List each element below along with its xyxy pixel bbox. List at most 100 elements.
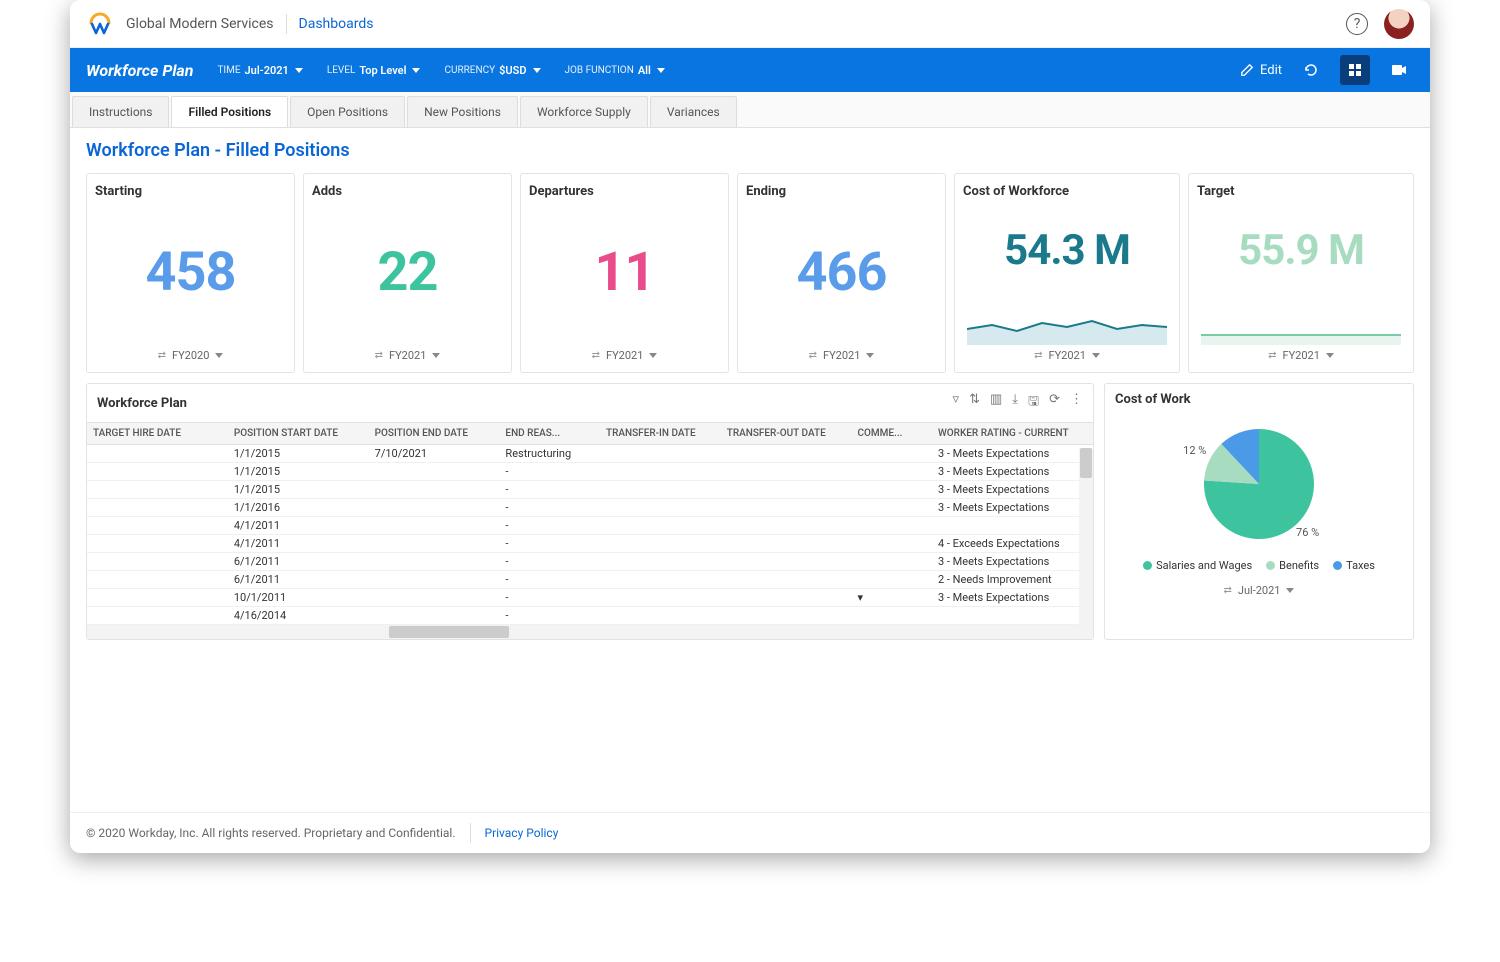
kpi-period-selector[interactable]: ⇄FY2021 — [963, 345, 1171, 366]
user-avatar[interactable] — [1384, 9, 1414, 39]
tab-variances[interactable]: Variances — [650, 96, 737, 127]
kpi-period-selector[interactable]: ⇄FY2020 — [95, 345, 286, 366]
help-icon[interactable]: ? — [1346, 13, 1368, 35]
table-row[interactable]: 4/16/2014- — [87, 607, 1093, 625]
data-table: TARGET HIRE DATEPOSITION START DATEPOSIT… — [87, 422, 1093, 625]
col-header[interactable]: COMME... — [852, 423, 932, 445]
workforce-plan-table-panel: Workforce Plan ▿ ⇅ ▥ ⤓ 🖫 ⟳ ⋮ TARGET HIRE… — [86, 383, 1094, 640]
company-name: Global Modern Services — [126, 16, 274, 32]
filter-currency[interactable]: CURRENCY $USD — [444, 64, 540, 77]
swap-icon: ⇄ — [1224, 585, 1232, 596]
present-button[interactable] — [1384, 55, 1414, 85]
cost-of-work-period: Jul-2021 — [1238, 584, 1281, 597]
table-toolbar: ▿ ⇅ ▥ ⤓ 🖫 ⟳ ⋮ — [953, 392, 1083, 414]
horizontal-scrollbar-track[interactable] — [87, 625, 1093, 639]
col-header[interactable]: POSITION END DATE — [369, 423, 500, 445]
col-header[interactable]: END REAS... — [499, 423, 600, 445]
filter-bar: Workforce Plan TIME Jul-2021 LEVEL Top Le… — [70, 48, 1430, 92]
pie-pct-label: 76 % — [1296, 526, 1319, 539]
kpi-value: 22 — [312, 199, 503, 345]
tab-workforce-supply[interactable]: Workforce Supply — [520, 96, 648, 127]
more-icon[interactable]: ⋮ — [1070, 392, 1083, 414]
workday-logo-icon[interactable] — [86, 10, 114, 38]
col-header[interactable]: TRANSFER-IN DATE — [600, 423, 721, 445]
sort-icon[interactable]: ⇅ — [969, 392, 980, 414]
kpi-card-adds: Adds22⇄FY2021 — [303, 173, 512, 373]
edit-label: Edit — [1260, 63, 1282, 78]
save-icon[interactable]: 🖫 — [1028, 392, 1039, 414]
kpi-title: Cost of Workforce — [963, 184, 1171, 199]
kpi-value: 54.3 M — [963, 199, 1171, 301]
copyright: © 2020 Workday, Inc. All rights reserved… — [86, 826, 456, 840]
filter-time[interactable]: TIME Jul-2021 — [217, 64, 302, 77]
col-header[interactable]: POSITION START DATE — [228, 423, 369, 445]
page-header-title: Workforce Plan — [86, 61, 193, 80]
table-row[interactable]: 1/1/2015-3 - Meets Expectations — [87, 463, 1093, 481]
swap-icon: ⇄ — [592, 350, 600, 361]
table-row[interactable]: 10/1/2011-▾3 - Meets Expectations — [87, 589, 1093, 607]
kpi-title: Starting — [95, 184, 286, 199]
kpi-card-target: Target55.9 M ⇄FY2021 — [1188, 173, 1414, 373]
tab-instructions[interactable]: Instructions — [72, 96, 169, 127]
filter-level[interactable]: LEVEL Top Level — [327, 64, 421, 77]
topbar: Global Modern Services Dashboards ? — [70, 0, 1430, 48]
kpi-period-selector[interactable]: ⇄FY2021 — [1197, 345, 1405, 366]
table-row[interactable]: 6/1/2011-3 - Meets Expectations — [87, 553, 1093, 571]
refresh-button[interactable] — [1296, 55, 1326, 85]
breadcrumb-dashboards[interactable]: Dashboards — [299, 16, 374, 32]
kpi-row: Starting458⇄FY2020Adds22⇄FY2021Departure… — [86, 173, 1414, 373]
table-row[interactable]: 1/1/20157/10/2021Restructuring3 - Meets … — [87, 445, 1093, 463]
footer: © 2020 Workday, Inc. All rights reserved… — [70, 812, 1430, 853]
tab-new-positions[interactable]: New Positions — [407, 96, 518, 127]
col-header[interactable]: WORKER RATING - CURRENT — [932, 423, 1093, 445]
swap-icon: ⇄ — [1034, 350, 1042, 361]
col-header[interactable]: TARGET HIRE DATE — [87, 423, 228, 445]
kpi-value: 466 — [746, 199, 937, 345]
tab-open-positions[interactable]: Open Positions — [290, 96, 405, 127]
columns-icon[interactable]: ▥ — [990, 392, 1002, 414]
cost-of-work-title: Cost of Work — [1115, 392, 1191, 407]
legend-item: Taxes — [1333, 559, 1375, 572]
table-title: Workforce Plan — [97, 396, 187, 411]
table-row[interactable]: 6/1/2011-2 - Needs Improvement — [87, 571, 1093, 589]
kpi-period-selector[interactable]: ⇄FY2021 — [312, 345, 503, 366]
refresh-icon — [1303, 62, 1319, 78]
edit-button[interactable]: Edit — [1240, 63, 1282, 78]
kpi-value: 55.9 M — [1197, 199, 1405, 301]
filter-job-function[interactable]: JOB FUNCTION All — [565, 64, 665, 77]
tab-filled-positions[interactable]: Filled Positions — [171, 96, 288, 127]
chevron-down-icon — [432, 353, 440, 358]
horizontal-scrollbar-thumb[interactable] — [389, 626, 509, 638]
table-row[interactable]: 4/1/2011-4 - Exceeds Expectations — [87, 535, 1093, 553]
video-icon — [1391, 63, 1407, 77]
table-row[interactable]: 1/1/2015-3 - Meets Expectations — [87, 481, 1093, 499]
col-header[interactable]: TRANSFER-OUT DATE — [721, 423, 852, 445]
chevron-down-icon — [1326, 353, 1334, 358]
vertical-scrollbar-thumb[interactable] — [1080, 448, 1092, 478]
kpi-period-selector[interactable]: ⇄FY2021 — [529, 345, 720, 366]
kpi-title: Departures — [529, 184, 720, 199]
filter-icon[interactable]: ▿ — [953, 392, 960, 414]
cost-of-work-period-selector[interactable]: ⇄ Jul-2021 — [1224, 580, 1295, 601]
table-scroll[interactable]: TARGET HIRE DATEPOSITION START DATEPOSIT… — [87, 422, 1093, 625]
chevron-down-icon — [412, 68, 420, 73]
chevron-down-icon — [215, 353, 223, 358]
kpi-title: Target — [1197, 184, 1405, 199]
grid-view-button[interactable] — [1340, 55, 1370, 85]
privacy-link[interactable]: Privacy Policy — [485, 826, 559, 840]
kpi-period-selector[interactable]: ⇄FY2021 — [746, 345, 937, 366]
chevron-down-icon — [657, 68, 665, 73]
export-icon[interactable]: ⤓ — [1012, 392, 1018, 414]
chevron-down-icon — [866, 353, 874, 358]
swap-icon: ⇄ — [158, 350, 166, 361]
table-row[interactable]: 1/1/2016-3 - Meets Expectations — [87, 499, 1093, 517]
refresh-table-icon[interactable]: ⟳ — [1049, 392, 1060, 414]
app-window: Global Modern Services Dashboards ? Work… — [70, 0, 1430, 853]
kpi-value: 11 — [529, 199, 720, 345]
section-title: Workforce Plan - Filled Positions — [86, 140, 1414, 161]
legend-swatch — [1266, 561, 1275, 570]
legend-item: Benefits — [1266, 559, 1319, 572]
grid-icon — [1348, 63, 1362, 77]
table-row[interactable]: 4/1/2011- — [87, 517, 1093, 535]
pie-pct-label: 12 % — [1183, 444, 1206, 457]
